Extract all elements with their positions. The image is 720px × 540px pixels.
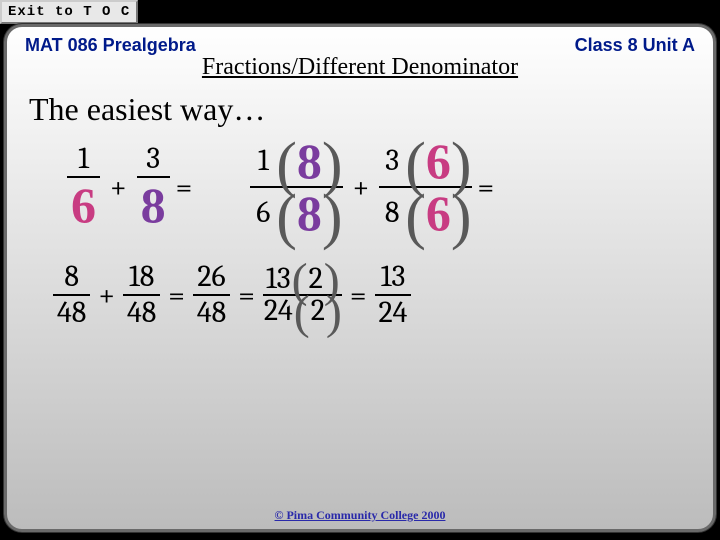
copyright-text: © Pima Community College 2000 <box>7 508 713 523</box>
slide-body: MAT 086 Prealgebra Class 8 Unit A Fracti… <box>4 24 716 532</box>
den: 48 <box>193 294 230 328</box>
den-b: 8 <box>297 188 322 238</box>
equals-op: = <box>170 170 201 205</box>
den: 6 <box>67 176 100 230</box>
den: 24 <box>375 294 412 328</box>
fraction-18-48: 18 48 <box>123 262 160 328</box>
num-a: 3 <box>379 146 405 176</box>
num: 8 <box>60 262 83 294</box>
den-a: 6 <box>250 198 276 228</box>
equals-op: = <box>160 278 193 313</box>
fraction-3x6-8x6: 3 ( 6 ) 8 ( 6 ) <box>379 136 471 238</box>
num-b: 2 <box>308 264 324 294</box>
num-a: 13 <box>265 264 292 294</box>
fraction-8-48: 8 48 <box>53 262 90 328</box>
den: 8 <box>137 176 170 230</box>
num-a: 1 <box>250 146 276 176</box>
fraction-13-24: 13 24 <box>375 262 412 328</box>
plus-op: + <box>90 278 123 313</box>
num: 26 <box>193 262 229 294</box>
exit-toc-button[interactable]: Exit to T O C <box>0 0 138 24</box>
plus-op: + <box>343 170 380 205</box>
equals-op: = <box>230 278 263 313</box>
exit-label: Exit to T O C <box>8 4 130 20</box>
equation-row-1: 1 6 + 3 8 = 1 ( 8 ) 6 ( 8 ) + <box>7 136 713 238</box>
slide-subtitle: Fractions/Different Denominator <box>7 54 713 81</box>
fraction-1-6: 1 6 <box>67 144 100 230</box>
fraction-3-8: 3 8 <box>137 144 170 230</box>
slide-header: MAT 086 Prealgebra Class 8 Unit A <box>7 27 713 56</box>
plus-op: + <box>100 170 137 205</box>
fraction-1x8-6x8: 1 ( 8 ) 6 ( 8 ) <box>250 136 342 238</box>
den: 48 <box>53 294 90 328</box>
equals-op: = <box>342 278 375 313</box>
num: 1 <box>74 144 93 176</box>
equals-op: = <box>472 170 503 205</box>
den: 48 <box>123 294 160 328</box>
den-a: 8 <box>379 198 405 228</box>
num-b: 8 <box>297 136 322 186</box>
fraction-26-48: 26 48 <box>193 262 230 328</box>
fraction-13x2-24x2: 13 ( 2 ) 24 ( 2 ) <box>263 264 342 326</box>
den-b: 6 <box>426 188 451 238</box>
num: 13 <box>377 262 410 294</box>
num: 18 <box>125 262 158 294</box>
equation-row-2: 8 48 + 18 48 = 26 48 = 13 ( 2 ) 24 ( 2 ) <box>7 262 713 328</box>
num: 3 <box>142 144 164 176</box>
course-label: MAT 086 Prealgebra <box>25 35 196 56</box>
den-a: 24 <box>263 296 294 326</box>
num-b: 6 <box>426 136 451 186</box>
class-label: Class 8 Unit A <box>575 35 695 56</box>
lead-text: The easiest way… <box>7 81 713 128</box>
